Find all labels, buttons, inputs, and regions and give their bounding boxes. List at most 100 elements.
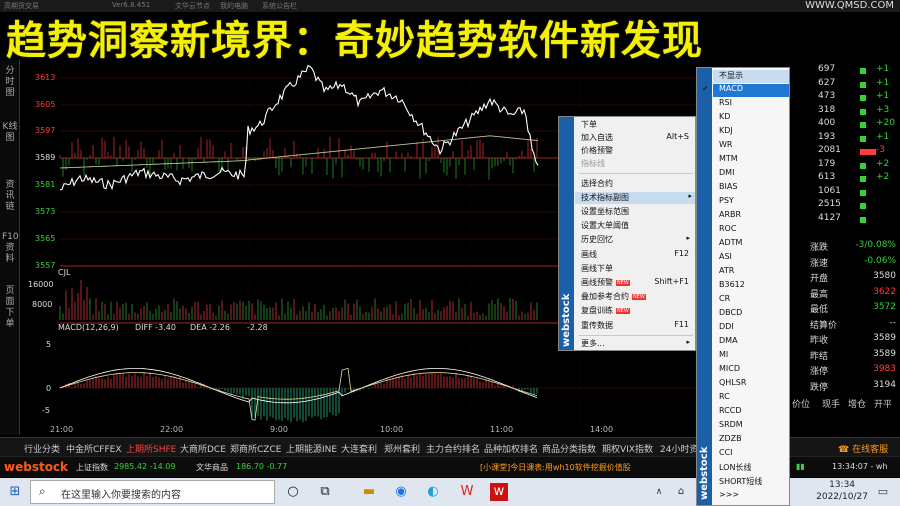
footer-price-level[interactable]: 价位 [792,397,810,410]
menu-item-draw-line-alert[interactable]: 画线预警 NEW Shift+F1 [581,277,693,289]
indicator-option[interactable]: MTM [719,154,789,167]
time-grid [249,60,581,424]
wps-icon[interactable]: W [458,483,476,501]
indicator-option[interactable]: RSI [719,98,789,111]
indicator-option[interactable]: DBCD [719,308,789,321]
menu-separator [579,335,693,336]
menu-item-replay-training[interactable]: 复盘训练 NEW [581,305,693,317]
tab-page-order[interactable]: 页面下单 [2,286,18,330]
menu-item-history-recall[interactable]: 历史回忆 ▸ [581,234,693,246]
menu-item-overlay-contract[interactable]: 叠加参考合约 NEW [581,291,693,303]
indicator-option[interactable]: WR [719,140,789,153]
menu-item-add-favorite[interactable]: 加入自选 Alt+S [581,132,693,144]
menu-item-resend-data[interactable]: 重传数据 F11 [581,320,693,332]
quote-volume: 627 [818,77,836,88]
indicator-option[interactable]: DMI [719,168,789,181]
network-icon[interactable]: ⌂ [672,483,690,501]
indicator-option[interactable]: MICD [719,364,789,377]
menu-item-draw-line[interactable]: 画线 F12 [581,249,693,261]
indicator-option[interactable]: ASI [719,252,789,265]
tab-cffex[interactable]: 中金所CFFEX [66,442,122,455]
price-tick-3581: 3581 [35,180,56,189]
menu-item-price-alert[interactable]: 价格预警 [581,145,693,157]
tab-dce[interactable]: 大商所DCE [180,442,226,455]
tab-kline[interactable]: K线图 [2,122,18,144]
tray-expand-icon[interactable]: ∧ [650,483,668,501]
price-tick-3565: 3565 [35,234,56,243]
cortana-icon[interactable]: ○ [284,483,302,501]
new-badge: NEW [616,279,630,286]
tab-f10[interactable]: F10资料 [2,232,19,265]
tab-zhengzhou-arbitrage[interactable]: 郑州套利 [384,442,420,455]
macd-bars [59,371,538,423]
indicator-option[interactable]: MI [719,350,789,363]
indicator-option[interactable]: ARBR [719,210,789,223]
tab-weighted-rank[interactable]: 品种加权排名 [484,442,538,455]
tab-czce[interactable]: 郑商所CZCE [230,442,281,455]
quote-volume: 613 [818,172,836,182]
indicator-option[interactable]: PSY [719,196,789,209]
index-values: 2985.42 -14.09 [114,462,176,471]
indicator-option[interactable]: 不显示 [713,70,789,83]
indicator-option[interactable]: KD [719,112,789,125]
tab-industry[interactable]: 行业分类 [24,442,60,455]
tab-vix-index[interactable]: 期权VIX指数 [602,442,653,455]
menu-item-order[interactable]: 下单 [581,119,693,131]
macd-label[interactable]: MACD(12,26,9) [58,323,119,332]
menu-item-axis-range[interactable]: 设置坐标范围 [581,206,693,218]
tab-main-contract-rank[interactable]: 主力合约排名 [426,442,480,455]
taskbar-search-box[interactable]: ⌕ 在这里输入你要搜索的内容 [30,480,275,504]
edge-icon[interactable]: ◐ [424,483,442,501]
indicator-option[interactable]: SHORT短线 [719,476,789,489]
search-placeholder: 在这里输入你要搜索的内容 [61,490,181,501]
time-tick: 11:00 [490,425,514,434]
indicator-option[interactable]: BIAS [719,182,789,195]
file-explorer-icon[interactable]: ▬ [360,483,378,501]
tab-commodity-index[interactable]: 商品分类指数 [542,442,596,455]
menu-item-draw-line-order[interactable]: 画线下单 [581,263,693,275]
footer-open-interest[interactable]: 增仓 [848,397,866,410]
indicator-option[interactable]: CCI [719,448,789,461]
indicator-option[interactable]: SRDM [719,420,789,433]
wh-app-icon[interactable]: w [490,483,508,501]
indicator-option[interactable]: RCCD [719,406,789,419]
indicator-option[interactable]: MACD [713,84,789,97]
tab-ine[interactable]: 上期能源INE [286,442,337,455]
footer-current-volume[interactable]: 现手 [822,397,840,410]
tab-dalian-arbitrage[interactable]: 大连套利 [341,442,377,455]
notification-icon[interactable]: ▭ [874,483,892,501]
indicator-option[interactable]: >>> [719,490,789,503]
submenu-arrow-icon: ▸ [686,338,690,346]
menu-item-large-order-threshold[interactable]: 设置大单阈值 [581,220,693,232]
news-ticker[interactable]: [小课堂]今日课表:用wh10软件挖掘价值股 [480,462,631,473]
tab-shfe[interactable]: 上期所SHFE [126,442,176,455]
indicator-option[interactable]: DDI [719,322,789,335]
indicator-option[interactable]: RC [719,392,789,405]
chrome-icon[interactable]: ◉ [392,483,410,501]
menu-item-select-contract[interactable]: 选择合约 [581,178,693,190]
indicator-option[interactable]: ADTM [719,238,789,251]
indicator-option[interactable]: KDJ [719,126,789,139]
indicator-option[interactable]: CR [719,294,789,307]
quote-stat-row: 昨结 3589 [790,349,900,364]
taskbar-clock[interactable]: 13:34 2022/10/27 [816,479,868,503]
quote-volume: 400 [818,118,836,128]
tab-news-chain[interactable]: 资讯链 [2,180,18,213]
indicator-option[interactable]: ROC [719,224,789,237]
windows-start-icon[interactable]: ⊞ [6,483,24,501]
menu-item-more[interactable]: 更多... ▸ [581,338,693,350]
indicator-option[interactable]: QHLSR [719,378,789,391]
indicator-option[interactable]: ZDZB [719,434,789,447]
time-tick: 21:00 [50,425,74,434]
indicator-option[interactable]: B3612 [719,280,789,293]
price-tick-3597: 3597 [35,126,56,135]
task-view-icon[interactable]: ⧉ [316,483,334,501]
indicator-option[interactable]: DMA [719,336,789,349]
menu-item-indicator-subchart[interactable]: 技术指标副图 ▸ [575,192,695,204]
online-service-button[interactable]: ☎ 在线客服 [838,442,888,455]
indicator-option[interactable]: ATR [719,266,789,279]
footer-open-close[interactable]: 开平 [874,397,892,410]
indicator-option[interactable]: LON长线 [719,462,789,475]
tab-timeshare[interactable]: 分时图 [2,66,18,99]
left-tab-strip: 分时图 K线图 资讯链 F10资料 页面下单 [0,60,20,435]
